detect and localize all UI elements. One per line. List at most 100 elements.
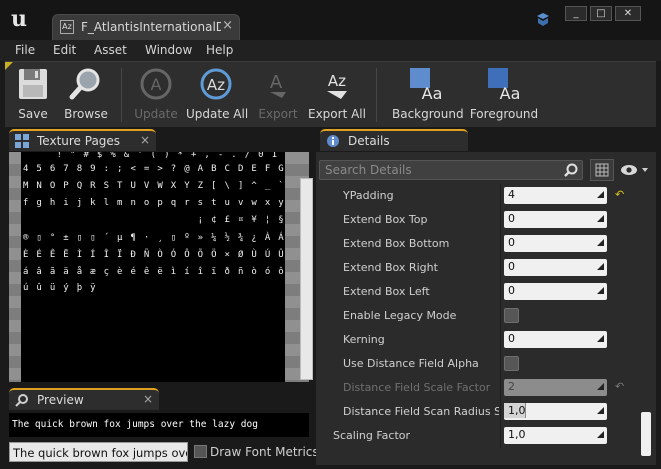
export-label: Export (258, 107, 298, 121)
property-row: Extend Box Right 0 (319, 256, 636, 280)
browse-label: Browse (64, 107, 108, 121)
glyph-row: ! " # $ % & ' ( ) * + , - . / 0 1 2 3 (23, 152, 285, 160)
background-button[interactable]: Aa Background (392, 64, 464, 124)
save-button[interactable]: Save (11, 64, 55, 124)
column-divider (500, 184, 501, 208)
update-all-button[interactable]: Az Update All (186, 64, 249, 124)
column-divider (500, 400, 501, 424)
view-options-grid-button[interactable] (590, 159, 614, 181)
property-number-field[interactable]: 1,0 (504, 427, 607, 444)
property-row: Extend Box Top 0 (319, 208, 636, 232)
property-value: 2 (508, 380, 515, 393)
preview-text-input[interactable]: The quick brown fox jumps over the lazy … (9, 442, 188, 462)
texture-scrollbar[interactable] (300, 178, 313, 380)
property-name: Distance Field Scale Factor (343, 381, 491, 394)
font-atlas-texture: ! " # $ % & ' ( ) * + , - . / 0 1 2 3 4 … (21, 152, 285, 382)
property-row: Distance Field Scale Factor 2 ↶ (319, 376, 636, 400)
property-number-field[interactable]: 0 (504, 331, 607, 348)
glyph-row: ® ▯ ° ± ▯ ▯ ´ µ ¶ · ¸ ▯ º » ¼ ½ ¾ ¿ À Á … (23, 233, 285, 243)
property-checkbox[interactable] (504, 356, 519, 371)
unreal-logo-icon[interactable]: u (6, 6, 32, 32)
glyph-row: È É Ê Ë Ì Í Î Ï Ð Ñ Ò Ó Ô Õ Ö × Ø Ù Ú Û … (23, 250, 285, 260)
details-scrollbar[interactable] (641, 412, 651, 456)
column-divider (500, 304, 501, 328)
property-value: 4 (508, 188, 515, 201)
reset-to-default-icon[interactable]: ↶ (615, 188, 624, 201)
toolbar: Save Browse A Update Az Update All A Exp… (5, 61, 656, 127)
visibility-filter-button[interactable] (620, 163, 650, 177)
foreground-button[interactable]: Aa Foreground (469, 64, 539, 124)
property-row: Kerning 0 (319, 328, 636, 352)
property-checkbox[interactable] (504, 308, 519, 323)
reset-to-default-icon[interactable]: ↶ (615, 380, 624, 393)
document-tab-label: F_AtlantisInternationalDi (81, 20, 221, 34)
property-value: 0 (508, 332, 515, 345)
property-number-field[interactable]: 0 (504, 211, 607, 228)
export-button[interactable]: A Export (256, 64, 300, 124)
glyph-row: á â ã ä å æ ç è é ê ë ì í î ï ð ñ ò ó ô … (23, 267, 285, 277)
draw-font-metrics-checkbox[interactable] (194, 445, 207, 458)
menu-file[interactable]: File (15, 43, 35, 57)
column-divider (500, 280, 501, 304)
property-row: Distance Field Scan Radius Sca 1,0 (319, 400, 636, 424)
column-divider (500, 232, 501, 256)
tab-preview[interactable]: Preview × (9, 388, 159, 410)
search-placeholder: Search Details (325, 163, 412, 177)
svg-text:Az: Az (328, 72, 346, 90)
toolbar-separator (376, 68, 377, 122)
texture-pages-close-icon[interactable]: × (140, 133, 150, 147)
column-divider (500, 352, 501, 376)
property-row: Scaling Factor 1,0 (319, 424, 636, 448)
document-tab-close-icon[interactable]: × (222, 18, 233, 33)
column-divider (500, 424, 501, 448)
property-number-field[interactable]: 0 (504, 283, 607, 300)
help-icon[interactable] (535, 12, 551, 28)
column-divider (500, 376, 501, 400)
preview-close-icon[interactable]: × (143, 392, 153, 406)
column-divider (500, 328, 501, 352)
property-slider-field[interactable]: 1,0 (504, 403, 607, 420)
menu-window[interactable]: Window (145, 43, 192, 57)
property-value: 0 (508, 284, 515, 297)
grid-icon (15, 134, 29, 148)
menu-asset[interactable]: Asset (94, 43, 127, 57)
maximize-button[interactable]: □ (590, 6, 612, 21)
minimize-button[interactable]: _ (565, 6, 587, 21)
update-button[interactable]: A Update (133, 64, 179, 124)
property-name: Use Distance Field Alpha (343, 357, 479, 370)
property-row: Enable Legacy Mode (319, 304, 636, 328)
property-number-field[interactable]: 4 (504, 187, 607, 204)
browse-button[interactable]: Browse (61, 64, 111, 124)
texture-page-viewport[interactable]: ! " # $ % & ' ( ) * + , - . / 0 1 2 3 4 … (9, 152, 313, 382)
property-number-field[interactable]: 0 (504, 259, 607, 276)
property-value: 1,0 (508, 404, 526, 417)
property-value: 1,0 (508, 428, 526, 441)
glyph-row: M N O P Q R S T U V W X Y Z [ \ ] ^ _ ` … (23, 181, 285, 191)
property-name: YPadding (343, 189, 394, 202)
property-name: Extend Box Top (343, 213, 428, 226)
save-icon (19, 69, 47, 99)
foreground-icon: Aa (488, 68, 520, 102)
background-label: Background (392, 107, 464, 121)
export-icon: A (270, 72, 286, 98)
close-window-button[interactable]: ✕ (615, 6, 641, 21)
export-all-button[interactable]: Az Export All (308, 64, 366, 124)
property-number-field[interactable]: 0 (504, 235, 607, 252)
menu-help[interactable]: Help (206, 43, 233, 57)
title-bar: u Az F_AtlantisInternationalDi × _ □ ✕ (0, 0, 661, 40)
property-row: YPadding 4 ↶ (319, 184, 636, 208)
details-search-input[interactable]: Search Details (319, 160, 583, 180)
svg-text:Az: Az (207, 76, 225, 94)
list-grid-icon (595, 163, 609, 177)
menu-edit[interactable]: Edit (53, 43, 76, 57)
resize-grip-icon (597, 431, 604, 438)
property-row: Use Distance Field Alpha (319, 352, 636, 376)
export-all-label: Export All (308, 107, 366, 121)
tab-texture-pages[interactable]: Texture Pages × (9, 129, 156, 151)
document-tab[interactable]: Az F_AtlantisInternationalDi × (52, 14, 240, 40)
tab-details[interactable]: Details (320, 129, 468, 151)
glyph-row: 4 5 6 7 8 9 : ; < = > ? @ A B C D E F G … (23, 164, 285, 174)
update-all-label: Update All (186, 107, 249, 121)
resize-grip-icon (597, 263, 604, 270)
resize-grip-icon (597, 287, 604, 294)
